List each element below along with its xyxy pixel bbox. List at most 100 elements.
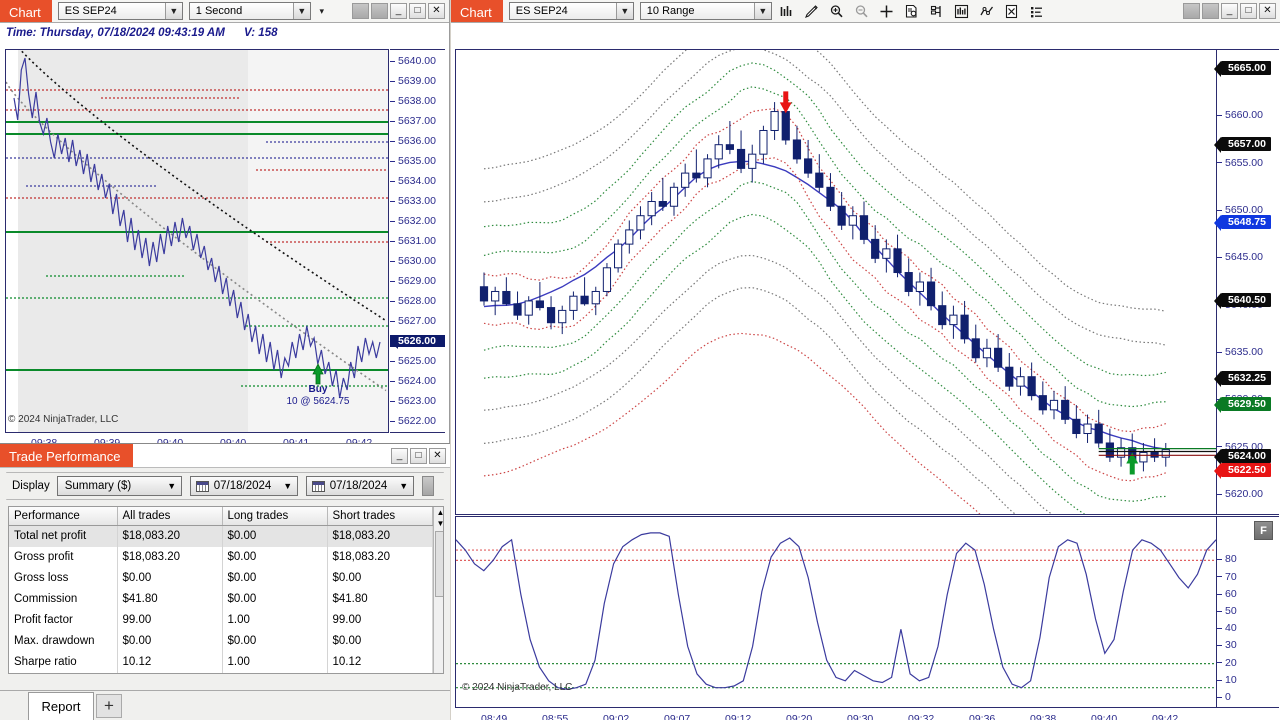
left-restore-blank-2[interactable] — [371, 3, 388, 19]
oscillator-axis-tick: 80 — [1217, 553, 1237, 565]
report-tabstrip: Report + — [0, 690, 450, 720]
right-instrument-select[interactable]: ES SEP24 ▼ — [508, 2, 634, 20]
perf-control-bar: Display Summary ($) ▼ 07/18/2024 ▼ 07/18… — [6, 472, 444, 500]
perf-col-3[interactable]: Short trades — [327, 507, 433, 526]
scroll-down-icon[interactable]: ▼ — [434, 518, 443, 529]
price-badge[interactable]: 5657.00 — [1214, 136, 1271, 153]
table-row[interactable]: Profit factor 99.00 1.00 99.00 — [9, 609, 433, 631]
price-badge[interactable]: 5632.25 — [1214, 371, 1271, 388]
price-badge[interactable]: 5648.75 — [1214, 214, 1271, 231]
add-tab-button[interactable]: + — [96, 694, 122, 718]
date-from-picker[interactable]: 07/18/2024 ▼ — [189, 476, 298, 496]
right-axis-tick: 5660.00 — [1217, 109, 1263, 121]
price-badge[interactable]: 5640.50 — [1214, 292, 1271, 309]
data-box-icon[interactable] — [901, 1, 923, 21]
right-chart-title[interactable]: Chart — [451, 0, 503, 22]
properties-icon[interactable] — [1001, 1, 1023, 21]
right-axis-tick: 5645.00 — [1217, 251, 1263, 263]
chevron-down-icon[interactable]: ▼ — [164, 3, 182, 19]
zoom-in-icon[interactable] — [826, 1, 848, 21]
date-to-picker[interactable]: 07/18/2024 ▼ — [305, 476, 414, 496]
left-chart-titlebar: Chart ES SEP24 ▼ 1 Second ▼ ▾ _ □ ✕ — [0, 0, 449, 23]
right-axis-tick: 5635.00 — [1217, 346, 1263, 358]
right-price-axis[interactable]: 5665.005660.005655.005650.005645.005640.… — [1214, 49, 1279, 515]
left-chart-title[interactable]: Chart — [0, 0, 52, 22]
chevron-down-icon[interactable]: ▼ — [292, 3, 310, 19]
left-axis-tick: 5640.00 — [390, 55, 445, 67]
left-copyright: © 2024 NinjaTrader, LLC — [8, 414, 119, 425]
right-time-tick: 09:12 — [725, 713, 752, 720]
perf-col-1[interactable]: All trades — [117, 507, 223, 526]
price-badge[interactable]: 5665.00 — [1214, 60, 1271, 77]
left-axis-tick: 5624.00 — [390, 375, 445, 387]
tab-report[interactable]: Report — [28, 692, 94, 720]
right-chart-titlebar: Chart ES SEP24 ▼ 10 Range ▼ _ □ ✕ — [451, 0, 1280, 23]
right-close-button[interactable]: ✕ — [1259, 3, 1276, 19]
scroll-up-icon[interactable]: ▲ — [434, 507, 443, 518]
display-mode-select[interactable]: Summary ($) ▼ — [56, 476, 182, 496]
right-minimize-button[interactable]: _ — [1221, 3, 1238, 19]
left-instrument-select[interactable]: ES SEP24 ▼ — [57, 2, 183, 20]
crosshair-icon[interactable] — [876, 1, 898, 21]
left-toolbar-overflow-button[interactable]: ▾ — [311, 0, 333, 22]
perf-toolbar-overflow[interactable] — [421, 476, 434, 496]
left-minimize-button[interactable]: _ — [390, 3, 407, 19]
zoom-out-icon[interactable] — [851, 1, 873, 21]
chevron-down-icon[interactable]: ▼ — [395, 477, 413, 495]
trade-performance-title[interactable]: Trade Performance — [0, 444, 133, 467]
left-axis-tick: 5634.00 — [390, 175, 445, 187]
oscillator-axis[interactable]: F 80 70 60 50 40 30 20 10 0 — [1217, 516, 1279, 708]
right-window-controls: _ □ ✕ — [1179, 0, 1280, 22]
table-row[interactable]: Gross loss $0.00 $0.00 $0.00 — [9, 567, 433, 589]
indicators-icon[interactable] — [951, 1, 973, 21]
table-row[interactable]: Total net profit $18,083.20 $0.00 $18,083.2… — [9, 525, 433, 547]
performance-table-header: Performance All trades Long trades Short tr… — [9, 507, 433, 526]
right-interval-select[interactable]: 10 Range ▼ — [639, 2, 772, 20]
table-row[interactable]: Max. drawdown $0.00 $0.00 $0.00 — [9, 630, 433, 652]
pencil-icon[interactable] — [801, 1, 823, 21]
perf-col-2[interactable]: Long trades — [222, 507, 328, 526]
left-axis-tick: 5639.00 — [390, 75, 445, 87]
right-maximize-button[interactable]: □ — [1240, 3, 1257, 19]
right-axis-tick: 5620.00 — [1217, 488, 1263, 500]
svg-text:Buy: Buy — [309, 384, 328, 395]
oscillator-axis-tick: 60 — [1217, 588, 1237, 600]
price-badge[interactable]: 5622.50 — [1214, 463, 1271, 480]
left-price-axis[interactable]: 5640.00 5639.00 5638.00 5637.00 5636.00 5635.… — [390, 49, 445, 433]
oscillator-panel[interactable]: © 2024 NinjaTrader, LLC — [455, 516, 1217, 708]
calendar-icon — [195, 480, 209, 492]
table-row[interactable]: Sharpe ratio 10.12 1.00 10.12 — [9, 651, 433, 673]
left-axis-tick: 5625.00 — [390, 355, 445, 367]
right-restore-blank-1[interactable] — [1183, 3, 1200, 19]
flag-icon[interactable] — [926, 1, 948, 21]
left-chart-window: Chart ES SEP24 ▼ 1 Second ▼ ▾ _ □ ✕ Time… — [0, 0, 450, 449]
scroll-thumb[interactable] — [435, 531, 443, 597]
fit-button[interactable]: F — [1254, 521, 1273, 540]
strategy-icon[interactable] — [976, 1, 998, 21]
perf-maximize-button[interactable]: □ — [410, 447, 427, 464]
left-maximize-button[interactable]: □ — [409, 3, 426, 19]
right-restore-blank-2[interactable] — [1202, 3, 1219, 19]
table-row[interactable]: Commission $41.80 $0.00 $41.80 — [9, 588, 433, 610]
right-chart-plot[interactable] — [455, 49, 1217, 515]
perf-minimize-button[interactable]: _ — [391, 447, 408, 464]
chevron-down-icon[interactable]: ▼ — [753, 3, 771, 19]
svg-text:10 @ 5624.75: 10 @ 5624.75 — [287, 396, 350, 407]
right-copyright: © 2024 NinjaTrader, LLC — [462, 682, 573, 693]
left-restore-blank-1[interactable] — [352, 3, 369, 19]
perf-col-0[interactable]: Performance — [9, 507, 118, 526]
list-icon[interactable] — [1026, 1, 1048, 21]
left-interval-select[interactable]: 1 Second ▼ — [188, 2, 311, 20]
chevron-down-icon[interactable]: ▼ — [279, 477, 297, 495]
left-chart-plot[interactable]: Buy 10 @ 5624.75 — [5, 49, 389, 433]
bar-chart-icon[interactable] — [776, 1, 798, 21]
right-chart-toolbar — [772, 0, 1052, 22]
chevron-down-icon[interactable]: ▼ — [163, 477, 181, 495]
perf-close-button[interactable]: ✕ — [429, 447, 446, 464]
price-badge[interactable]: 5624.00 — [1214, 449, 1271, 466]
table-row[interactable]: Gross profit $18,083.20 $0.00 $18,083.20 — [9, 546, 433, 568]
left-close-button[interactable]: ✕ — [428, 3, 445, 19]
price-badge[interactable]: 5629.50 — [1214, 397, 1271, 414]
performance-table-scrollbar[interactable]: ▲ ▼ — [432, 507, 443, 673]
chevron-down-icon[interactable]: ▼ — [615, 3, 633, 19]
